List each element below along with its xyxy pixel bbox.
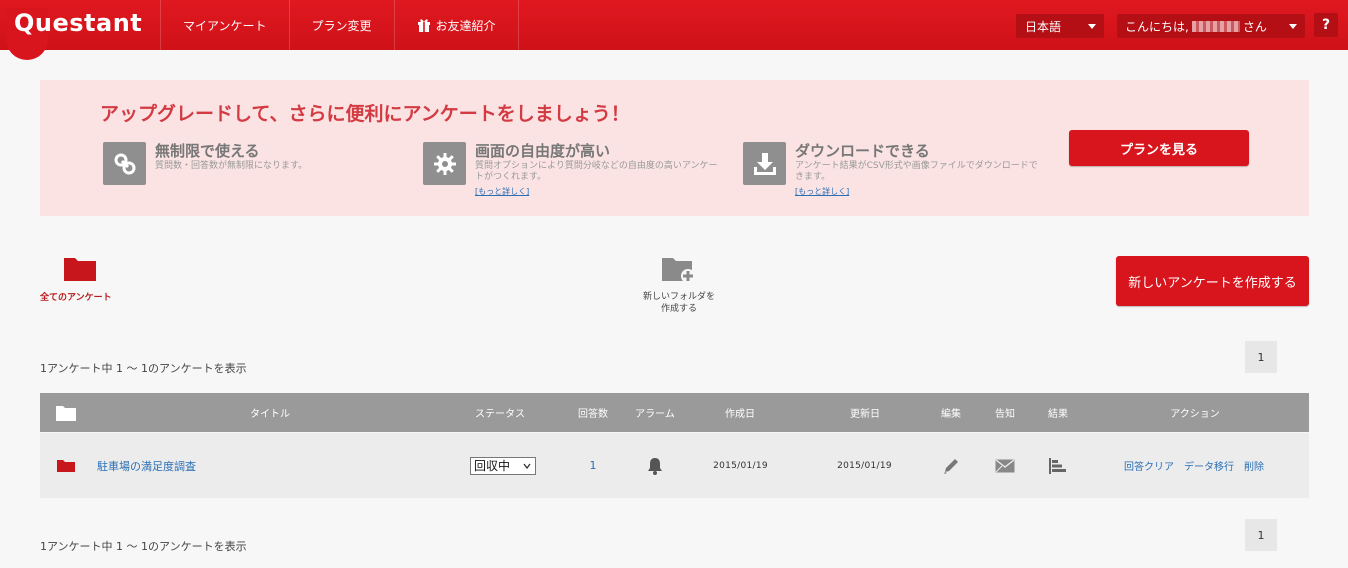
col-status: ステータス — [475, 409, 525, 420]
greeting-prefix: こんにちは, — [1125, 19, 1189, 34]
survey-title-link[interactable]: 駐車場の満足度調査 — [97, 433, 196, 498]
clear-responses-link[interactable]: 回答クリア — [1124, 458, 1174, 473]
more-details-link[interactable]: [もっと詳しく] — [795, 186, 849, 197]
col-created: 作成日 — [725, 409, 755, 420]
folder-icon — [54, 393, 78, 432]
view-plans-button[interactable]: プランを見る — [1069, 130, 1249, 166]
status-cell: 回収中 — [468, 433, 538, 498]
bar-chart-icon[interactable] — [1046, 433, 1070, 498]
nav-invite-label: お友達紹介 — [435, 18, 496, 33]
col-notify: 告知 — [995, 409, 1015, 420]
create-survey-button[interactable]: 新しいアンケートを作成する — [1116, 256, 1309, 306]
folder-add-icon — [662, 258, 695, 283]
user-menu[interactable]: こんにちは, さん — [1117, 14, 1305, 38]
survey-table-header: タイトル ステータス 回答数 アラーム 作成日 更新日 編集 告知 結果 アクシ… — [40, 393, 1309, 432]
col-actions: アクション — [1170, 409, 1220, 420]
pagination-page[interactable]: 1 — [1245, 341, 1277, 373]
link-icon — [103, 142, 146, 185]
response-count-link[interactable]: 1 — [583, 433, 603, 498]
survey-count-text: 1アンケート中 1 〜 1のアンケートを表示 — [40, 362, 247, 375]
feature-desc: アンケート結果がCSV形式や画像ファイルでダウンロードできます。 — [795, 161, 1038, 182]
all-surveys-label: 全てのアンケート — [40, 293, 112, 303]
banner-title: アップグレードして、さらに便利にアンケートをしましょう！ — [100, 103, 630, 125]
status-select[interactable]: 回収中 — [470, 456, 536, 475]
chevron-down-icon — [1289, 24, 1297, 29]
col-title: タイトル — [250, 409, 290, 420]
col-results: 結果 — [1048, 409, 1068, 420]
nav-plan-change[interactable]: プラン変更 — [288, 0, 394, 50]
feature-title: ダウンロードできる — [795, 142, 930, 160]
questant-logo[interactable]: Questant — [14, 9, 142, 37]
mail-icon[interactable] — [993, 433, 1017, 498]
table-row: 駐車場の満足度調査 回収中 1 2015/01/19 2015/01/19 回答… — [40, 433, 1309, 498]
upgrade-banner: アップグレードして、さらに便利にアンケートをしましょう！ 無制限で使える 質問数… — [40, 80, 1309, 216]
new-folder-label-line2: 作成する — [660, 304, 697, 314]
pencil-icon[interactable] — [939, 433, 963, 498]
chevron-down-icon — [523, 463, 531, 469]
feature-title: 画面の自由度が高い — [475, 142, 611, 160]
help-button[interactable]: ? — [1314, 13, 1338, 37]
gift-icon — [417, 19, 430, 32]
delete-link[interactable]: 削除 — [1244, 458, 1264, 473]
language-select[interactable]: 日本語 — [1016, 14, 1104, 38]
status-value: 回収中 — [474, 459, 511, 473]
more-details-link[interactable]: [もっと詳しく] — [475, 186, 529, 197]
new-folder-label: 新しいフォルダを 作成する — [640, 291, 718, 315]
col-alarm: アラーム — [635, 409, 675, 420]
feature-desc: 質問数・回答数が無制限になります。 — [155, 161, 308, 171]
bell-icon[interactable] — [645, 433, 665, 498]
col-responses: 回答数 — [578, 409, 608, 420]
greeting-suffix: さん — [1242, 19, 1267, 34]
pagination-page-bottom[interactable]: 1 — [1245, 519, 1277, 551]
updated-date: 2015/01/19 — [837, 460, 892, 471]
download-icon — [743, 142, 786, 185]
new-folder-label-line1: 新しいフォルダを — [642, 292, 715, 302]
chevron-down-icon — [1088, 24, 1096, 29]
gear-icon — [423, 142, 466, 185]
data-migration-link[interactable]: データ移行 — [1184, 458, 1234, 473]
survey-count-text-bottom: 1アンケート中 1 〜 1のアンケートを表示 — [40, 540, 247, 553]
redacted-username — [1191, 20, 1240, 32]
folder-icon — [64, 258, 96, 281]
logo-area[interactable]: Questant — [0, 0, 160, 60]
created-date: 2015/01/19 — [713, 460, 768, 471]
nav-invite-friends[interactable]: お友達紹介 — [393, 0, 519, 50]
folder-icon — [56, 433, 76, 498]
nav-my-survey[interactable]: マイアンケート — [160, 0, 289, 50]
col-edit: 編集 — [941, 409, 961, 420]
feature-desc: 質問オプションにより質問分岐などの自由度の高いアンケートがつくれます。 — [475, 161, 718, 182]
language-value: 日本語 — [1025, 19, 1062, 34]
main-nav: マイアンケート プラン変更 お友達紹介 — [160, 0, 519, 50]
feature-title: 無制限で使える — [155, 142, 260, 160]
top-header: Questant マイアンケート プラン変更 お友達紹介 日本語 こんにちは, … — [0, 0, 1348, 60]
row-actions: 回答クリア データ移行 削除 — [1119, 433, 1269, 498]
col-updated: 更新日 — [850, 409, 880, 420]
